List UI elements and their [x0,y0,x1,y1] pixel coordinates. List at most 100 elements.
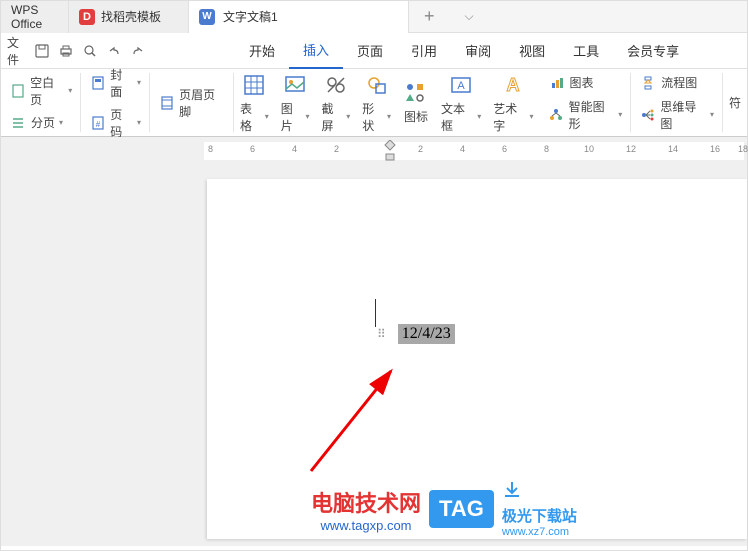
shape-icon [364,72,390,98]
flowchart-label: 流程图 [661,74,697,91]
table-icon [241,72,267,98]
smartart-button[interactable]: 智能图形▾ [548,98,623,132]
svg-text:A: A [457,80,465,92]
ribbon-group-diagram: 流程图 思维导图▾ [631,73,723,132]
symbol-button[interactable]: 符 [723,92,747,113]
watermark-title: 电脑技术网 [311,486,421,518]
ribbon-group-page: 空白页 ▾ 分页 ▾ [1,73,81,132]
document-tab[interactable]: W 文字文稿1 [189,1,409,33]
picture-label: 图片 [281,100,304,134]
title-bar: WPS Office D 找稻壳模板 W 文字文稿1 + ⌵ [1,1,747,33]
plus-icon: + [424,6,435,26]
ribbon-toolbar: 空白页▾ 分页▾ 封面▾ # 页码▾ 页眉页脚 表格▾ 图片▾ 截屏 [1,69,747,137]
blank-page-label: 空白页 [30,74,64,108]
break-page-button[interactable]: 分页 ▾ [9,114,72,132]
text-cursor [375,299,376,327]
shape-button[interactable]: 形状▾ [356,70,397,136]
date-field[interactable]: ⠿ 12/4/23 [377,324,455,344]
template-tab[interactable]: D 找稻壳模板 [69,1,189,33]
watermark-download: 极光下载站 www.xz7.com [502,480,577,538]
mindmap-icon [639,106,656,124]
table-button[interactable]: 表格▾ [234,70,275,136]
page-num-icon: # [89,114,106,132]
symbol-label: 符 [729,94,741,111]
screenshot-icon [323,72,349,98]
break-page-label: 分页 [31,114,55,131]
blank-page-button[interactable]: 空白页 ▾ [9,74,72,108]
menu-insert[interactable]: 插入 [289,32,343,69]
print-icon[interactable] [55,40,77,62]
menu-page[interactable]: 页面 [343,33,397,68]
chevron-down-icon: ▾ [346,112,350,121]
watermark: 电脑技术网 www.tagxp.com TAG 极光下载站 www.xz7.co… [311,480,577,538]
redo-icon[interactable] [127,40,149,62]
screenshot-button[interactable]: 截屏▾ [316,70,357,136]
chevron-down-icon: ⌵ [465,9,474,23]
menu-tools[interactable]: 工具 [559,33,613,68]
menu-reference[interactable]: 引用 [397,33,451,68]
textbox-button[interactable]: A 文本框▾ [435,70,487,136]
cover-button[interactable]: 封面 ▾ [89,66,141,100]
watermark-dl-title: 极光下载站 [502,505,577,526]
preview-icon[interactable] [79,40,101,62]
chevron-down-icon: ▾ [137,118,141,127]
undo-icon[interactable] [103,40,125,62]
file-menu[interactable]: 文件 [7,40,29,62]
break-page-icon [9,114,27,132]
drag-handle-icon[interactable]: ⠿ [377,327,384,341]
watermark-tag: TAG [429,490,494,528]
chevron-down-icon: ▾ [477,112,481,121]
watermark-dl-url: www.xz7.com [502,526,577,538]
ribbon-group-header: 页眉页脚 [150,73,234,132]
chevron-down-icon: ▾ [618,110,622,119]
doc-icon: W [199,9,215,25]
icon-button[interactable]: 图标 [397,78,435,127]
mindmap-button[interactable]: 思维导图▾ [639,98,714,132]
chart-label: 图表 [570,74,594,91]
indent-marker[interactable] [384,140,396,164]
app-tab[interactable]: WPS Office [1,1,69,33]
menu-start[interactable]: 开始 [235,33,289,68]
watermark-url: www.tagxp.com [320,518,411,533]
horizontal-ruler[interactable]: 8 6 4 2 2 4 6 8 10 12 14 16 18 [204,142,744,160]
wordart-label: 艺术字 [493,100,527,134]
wordart-button[interactable]: A 艺术字▾ [487,70,539,136]
wm-dl-icon [502,480,577,505]
chevron-down-icon: ▾ [59,118,63,127]
quick-access: 文件 [1,40,155,62]
menu-view[interactable]: 视图 [505,33,559,68]
header-footer-label: 页眉页脚 [179,86,225,120]
header-footer-icon [158,94,175,112]
new-tab-button[interactable]: + [409,6,450,27]
screenshot-label: 截屏 [322,100,345,134]
picture-icon [282,72,308,98]
blank-page-icon [9,82,26,100]
menu-review[interactable]: 审阅 [451,33,505,68]
menu-bar: 文件 开始 插入 页面 引用 审阅 视图 工具 会员专享 [1,33,747,69]
ribbon-group-cover: 封面▾ # 页码▾ [81,73,150,132]
textbox-icon: A [448,72,474,98]
template-label: 找稻壳模板 [101,8,161,25]
watermark-site: 电脑技术网 www.tagxp.com [311,486,421,533]
tab-dropdown[interactable]: ⌵ [450,9,489,24]
smartart-icon [548,106,565,124]
icon-label: 图标 [404,108,428,125]
chevron-down-icon: ▾ [137,78,141,87]
flowchart-button[interactable]: 流程图 [639,74,714,92]
menu-member[interactable]: 会员专享 [613,33,693,68]
svg-text:#: # [96,120,101,129]
page-num-button[interactable]: # 页码▾ [89,106,141,140]
chart-button[interactable]: 图表 [548,74,623,92]
app-name: WPS Office [11,3,58,31]
chevron-down-icon: ▾ [710,110,714,119]
save-icon[interactable] [31,40,53,62]
textbox-label: 文本框 [441,100,475,134]
chevron-down-icon: ▾ [265,112,269,121]
chevron-down-icon: ▾ [306,112,310,121]
doc-label: 文字文稿1 [223,8,278,25]
picture-button[interactable]: 图片▾ [275,70,316,136]
date-text[interactable]: 12/4/23 [398,324,455,344]
cover-label: 封面 [110,66,133,100]
header-footer-button[interactable]: 页眉页脚 [158,86,225,120]
chevron-down-icon: ▾ [68,86,72,95]
